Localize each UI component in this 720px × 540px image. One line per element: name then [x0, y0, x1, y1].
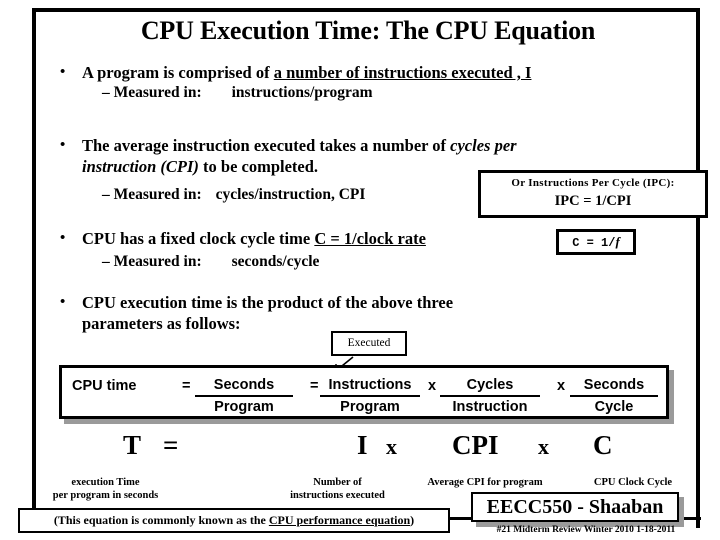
equation-term-2: Instructions Program: [320, 377, 420, 417]
annotation-3-line1: Average CPI for program: [427, 477, 543, 488]
equation-term-1-numerator: Seconds: [195, 377, 293, 397]
bullet-1-sub-value: instructions/program: [231, 84, 373, 101]
bullet-2-line1-emphasis: cycles per: [450, 136, 517, 155]
symbol-T: T: [123, 430, 142, 460]
bullet-marker: •: [60, 230, 66, 246]
equation-op-3: x: [428, 378, 437, 394]
bullet-4-line1: CPU execution time is the product of the…: [82, 293, 454, 312]
bullet-2-sub-value: cycles/instruction, CPI: [215, 186, 366, 203]
bullet-item-1-sub: – Measured in: instructions/program: [85, 83, 373, 103]
footer-course-box: EECC550 - Shaaban: [471, 492, 679, 522]
bullet-1-sub-label: – Measured in:: [102, 84, 202, 101]
bullet-2-line2-emphasis: instruction (CPI): [82, 157, 199, 176]
equation-term-4-numerator: Seconds: [570, 377, 658, 397]
clock-callout-var: f: [615, 234, 620, 249]
annotation-1-line2: per program in seconds: [52, 490, 159, 501]
footer-course-title: EECC550 - Shaaban: [486, 496, 664, 518]
symbol-times-1: x: [386, 434, 397, 459]
bullet-item-4: • CPU execution time is the product of t…: [60, 292, 660, 334]
equation-table-box: CPU time = Seconds Program = Instruction…: [59, 365, 669, 419]
bullet-3-sub-value: seconds/cycle: [231, 253, 320, 270]
symbol-C: C: [593, 430, 613, 460]
bullet-2-sub-label: – Measured in:: [102, 186, 202, 203]
bullet-marker: •: [60, 137, 66, 153]
bullet-marker: •: [60, 294, 66, 310]
executed-callout-label: Executed: [347, 337, 391, 349]
bullet-1-lead: A program is comprised of: [82, 63, 274, 82]
equation-term-1: Seconds Program: [195, 377, 293, 417]
bullet-item-1: • A program is comprised of a number of …: [60, 62, 685, 83]
equation-op-1: =: [182, 378, 191, 394]
bullet-3-sub-label: – Measured in:: [102, 253, 202, 270]
annotation-2-line2: instructions executed: [290, 490, 385, 501]
clock-callout-text: C = 1/: [572, 236, 616, 250]
equation-term-3-numerator: Cycles: [440, 377, 540, 397]
annotation-execution-time: execution Time per program in seconds: [38, 476, 173, 502]
bullet-1-emphasis: a number of instructions executed , I: [273, 63, 532, 82]
note-prefix: (This equation is commonly known as the: [53, 513, 269, 527]
equation-term-1-denominator: Program: [214, 399, 274, 415]
bullet-item-3-sub: – Measured in: seconds/cycle: [85, 252, 319, 272]
equation-term-4: Seconds Cycle: [570, 377, 658, 417]
footer-connector-right: [683, 517, 701, 520]
symbol-equals: =: [163, 430, 179, 460]
bullet-item-2-sub: – Measured in: cycles/instruction, CPI: [85, 185, 365, 205]
footer-connector-left: [450, 517, 472, 520]
annotation-clock-cycle: CPU Clock Cycle: [570, 476, 696, 489]
equation-op-2: =: [310, 378, 319, 394]
ipc-callout-line2: IPC = 1/CPI: [554, 193, 632, 209]
bullet-item-3: • CPU has a fixed clock cycle time C = 1…: [60, 228, 620, 249]
annotation-1-line1: execution Time: [71, 477, 140, 488]
equation-term-3: Cycles Instruction: [440, 377, 540, 417]
symbol-CPI: CPI: [452, 430, 499, 460]
executed-callout-box: Executed: [331, 331, 407, 356]
note-emphasis: CPU performance equation: [268, 513, 411, 527]
bullet-2-line1-lead: The average instruction executed takes a…: [82, 136, 451, 155]
note-suffix: ): [410, 513, 415, 527]
symbol-I: I: [357, 430, 368, 460]
page-title: CPU Execution Time: The CPU Equation: [140, 16, 596, 45]
bullet-marker: •: [60, 64, 66, 80]
annotation-2-line1: Number of: [313, 477, 362, 488]
clock-cycle-callout-box: C = 1/f: [556, 229, 636, 255]
equation-op-4: x: [557, 378, 566, 394]
bullet-3-emphasis: C = 1/clock rate: [314, 229, 426, 248]
annotation-instruction-count: Number of instructions executed: [270, 476, 405, 502]
equation-term-4-denominator: Cycle: [594, 399, 634, 415]
annotation-4-line1: CPU Clock Cycle: [593, 477, 673, 488]
ipc-callout-line1: Or Instructions Per Cycle (IPC):: [511, 177, 675, 189]
annotation-average-cpi: Average CPI for program: [410, 476, 560, 489]
bullet-3-lead: CPU has a fixed clock cycle time: [82, 229, 315, 248]
equation-term-2-numerator: Instructions: [320, 377, 420, 397]
footer-subtitle: #21 Midterm Review Winter 2010 1-18-2011: [496, 525, 676, 535]
bullet-2-line2-rest: to be completed.: [198, 157, 319, 176]
performance-equation-note-box: (This equation is commonly known as the …: [18, 508, 450, 533]
equation-label: CPU time: [72, 378, 137, 394]
symbol-times-2: x: [538, 434, 549, 459]
equation-term-3-denominator: Instruction: [452, 399, 528, 415]
bullet-4-line2: parameters as follows:: [82, 314, 241, 333]
equation-term-2-denominator: Program: [340, 399, 400, 415]
ipc-callout-box: Or Instructions Per Cycle (IPC): IPC = 1…: [478, 170, 708, 218]
